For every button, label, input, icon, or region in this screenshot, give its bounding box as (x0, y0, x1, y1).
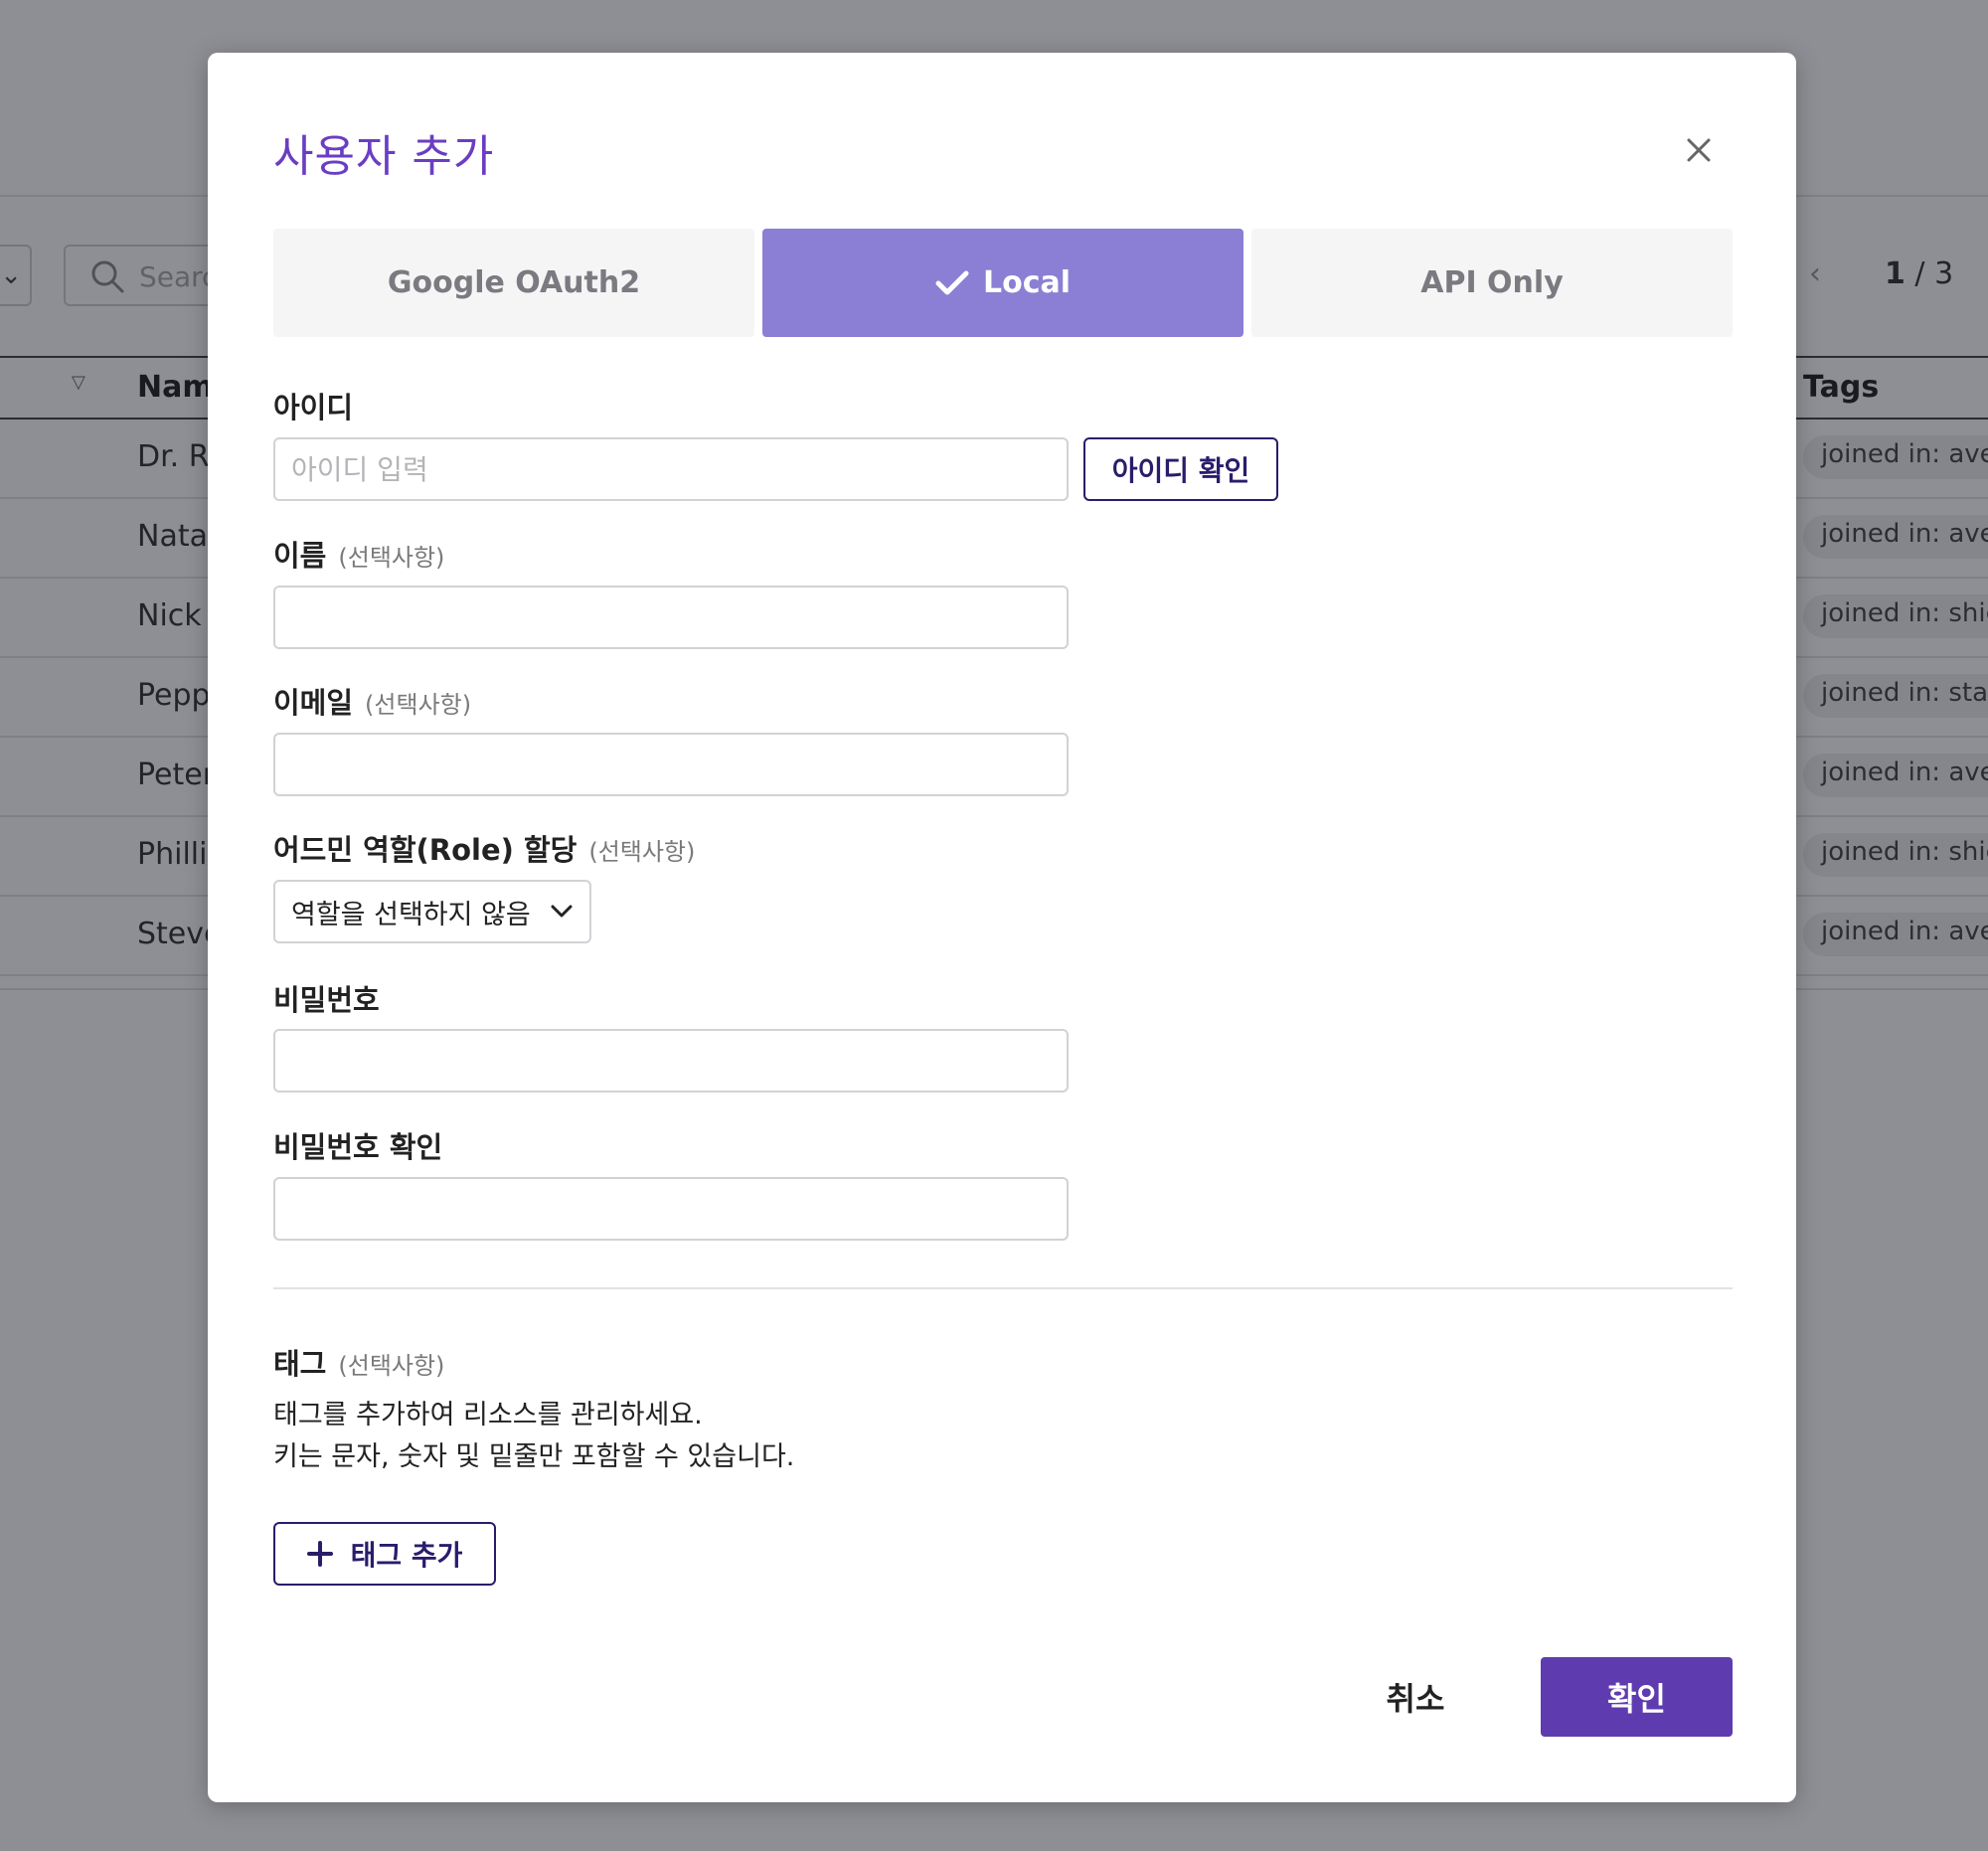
optional-hint: (선택사항) (365, 691, 472, 719)
plus-icon (306, 1541, 333, 1567)
password-input[interactable] (273, 1029, 1069, 1093)
role-label: 어드민 역할(Role) 할당 (선택사항) (273, 827, 695, 869)
tags-label: 태그 (선택사항) (273, 1341, 444, 1383)
role-label-text: 어드민 역할(Role) 할당 (273, 833, 578, 867)
email-label-text: 이메일 (273, 686, 354, 720)
role-select-value: 역할을 선택하지 않음 (291, 899, 531, 930)
role-select[interactable]: 역할을 선택하지 않음 (273, 880, 591, 943)
id-label-text: 아이디 (273, 391, 354, 424)
confirm-button[interactable]: 확인 (1541, 1657, 1733, 1737)
tab-label: Local (982, 265, 1072, 300)
optional-hint: (선택사항) (338, 544, 445, 572)
id-label: 아이디 (273, 385, 353, 426)
tags-help-line-1: 태그를 추가하여 리소스를 관리하세요. (273, 1400, 703, 1430)
check-id-button-label: 아이디 확인 (1111, 454, 1250, 487)
check-id-button[interactable]: 아이디 확인 (1083, 437, 1278, 501)
name-input[interactable] (273, 586, 1069, 649)
chevron-down-icon (551, 905, 573, 918)
add-user-modal: 사용자 추가 Google OAuth2 Local API Only 아이디 … (208, 53, 1796, 1802)
optional-hint: (선택사항) (588, 838, 696, 866)
close-button[interactable] (1677, 128, 1721, 172)
tab-local[interactable]: Local (762, 229, 1243, 337)
password-label-text: 비밀번호 (273, 983, 380, 1017)
email-input[interactable] (273, 733, 1069, 796)
tab-label: Google OAuth2 (387, 265, 641, 300)
email-label: 이메일 (선택사항) (273, 680, 471, 722)
name-label: 이름 (선택사항) (273, 533, 444, 575)
confirm-button-label: 확인 (1607, 1680, 1666, 1718)
tags-label-text: 태그 (273, 1347, 327, 1381)
auth-type-tabs: Google OAuth2 Local API Only (273, 229, 1733, 337)
add-tag-button[interactable]: 태그 추가 (273, 1522, 496, 1586)
section-divider (273, 1287, 1733, 1289)
cancel-button[interactable]: 취소 (1341, 1657, 1490, 1737)
tab-google-oauth2[interactable]: Google OAuth2 (273, 229, 754, 337)
modal-title: 사용자 추가 (273, 131, 495, 182)
optional-hint: (선택사항) (338, 1352, 445, 1380)
password-confirm-label: 비밀번호 확인 (273, 1124, 442, 1166)
close-icon (1687, 138, 1711, 162)
check-icon (935, 270, 969, 294)
tab-label: API Only (1420, 265, 1564, 300)
password-confirm-input[interactable] (273, 1177, 1069, 1241)
name-label-text: 이름 (273, 539, 327, 573)
add-tag-button-label: 태그 추가 (350, 1539, 463, 1572)
cancel-button-label: 취소 (1386, 1680, 1445, 1718)
id-input[interactable] (273, 437, 1069, 501)
tags-help-line-2: 키는 문자, 숫자 및 밑줄만 포함할 수 있습니다. (273, 1441, 795, 1472)
tab-api-only[interactable]: API Only (1251, 229, 1733, 337)
password-label: 비밀번호 (273, 977, 380, 1019)
password-confirm-label-text: 비밀번호 확인 (273, 1130, 443, 1164)
